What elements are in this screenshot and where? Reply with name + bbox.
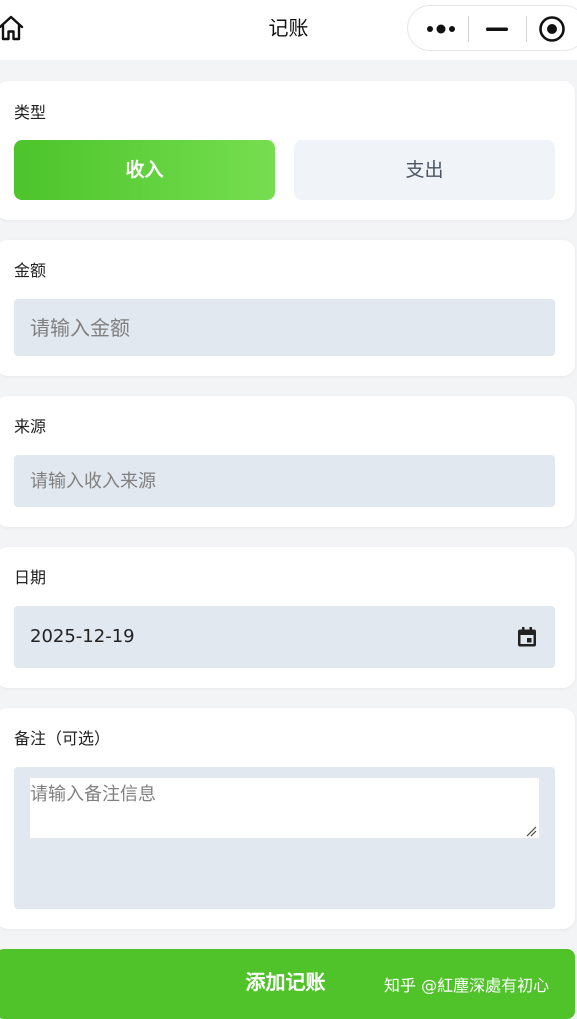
- type-card: 类型 收入 支出: [0, 81, 575, 220]
- source-card: 来源: [0, 396, 575, 527]
- calendar-icon[interactable]: [516, 626, 538, 648]
- amount-card: 金额: [0, 240, 575, 376]
- watermark-text: 知乎 @紅塵深處有初心: [384, 976, 550, 995]
- resize-handle-icon[interactable]: [525, 825, 537, 837]
- note-field: [14, 767, 555, 909]
- date-label: 日期: [14, 568, 47, 587]
- note-label: 备注（可选）: [14, 729, 111, 748]
- date-picker[interactable]: 2025-12-19: [14, 606, 555, 668]
- capsule-divider: [526, 16, 527, 42]
- expense-button[interactable]: 支出: [294, 140, 555, 200]
- amount-field: [14, 299, 555, 356]
- target-close-icon[interactable]: [538, 15, 566, 43]
- menu-capsule: [407, 5, 577, 51]
- note-card: 备注（可选）: [0, 708, 575, 929]
- navigation-bar: 记账: [0, 0, 577, 60]
- amount-label: 金额: [14, 261, 47, 280]
- type-label: 类型: [14, 103, 47, 122]
- income-button[interactable]: 收入: [14, 140, 275, 200]
- amount-input[interactable]: [14, 299, 555, 356]
- more-dots-icon[interactable]: [426, 20, 456, 38]
- source-field: [14, 455, 555, 507]
- capsule-divider: [468, 16, 469, 42]
- source-label: 来源: [14, 417, 47, 436]
- minimize-icon[interactable]: [486, 20, 508, 38]
- note-textarea[interactable]: [30, 778, 539, 838]
- date-value: 2025-12-19: [30, 626, 135, 647]
- source-input[interactable]: [14, 455, 555, 507]
- date-card: 日期 2025-12-19: [0, 547, 575, 688]
